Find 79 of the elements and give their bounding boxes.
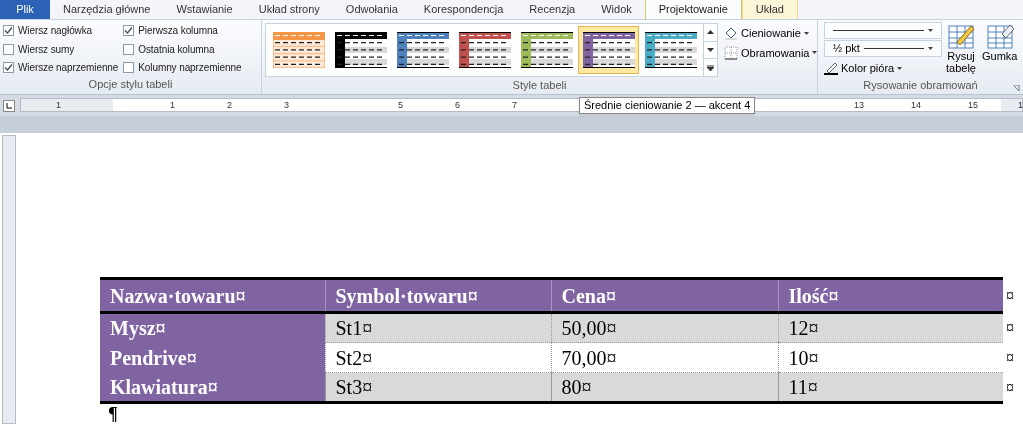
borders-icon bbox=[724, 45, 738, 60]
ruler-number: 1 bbox=[56, 99, 61, 111]
checkbox[interactable] bbox=[3, 43, 14, 55]
end-of-row-mark: ¤ bbox=[1003, 278, 1014, 313]
tooltip: Średnie cieniowanie 2 — akcent 4 bbox=[579, 97, 756, 114]
down-arrow-icon bbox=[707, 48, 714, 52]
pen-icon bbox=[824, 61, 838, 76]
checkbox-option[interactable]: Wiersz sumy bbox=[3, 41, 119, 57]
ruler-number: 2 bbox=[227, 99, 232, 111]
tab[interactable]: Korespondencja bbox=[410, 0, 517, 19]
tab[interactable]: Układ strony bbox=[245, 0, 333, 19]
tab[interactable]: Recenzja bbox=[516, 0, 589, 19]
caret-icon bbox=[812, 51, 818, 55]
up-arrow-icon bbox=[707, 30, 714, 35]
row-header-cell: Mysz¤ bbox=[100, 312, 325, 343]
table-cell: 10¤ bbox=[778, 342, 1003, 373]
group-label: Rysowanie obramowań bbox=[863, 77, 978, 93]
tab[interactable]: Układ bbox=[741, 0, 798, 19]
checkbox-option[interactable]: Pierwsza kolumna bbox=[123, 23, 242, 39]
shading-button[interactable]: Cieniowanie bbox=[724, 25, 818, 42]
eraser-table-icon bbox=[985, 22, 1014, 50]
row-header-cell: Pendrive¤ bbox=[100, 342, 325, 373]
tab[interactable]: Projektowanie bbox=[644, 0, 742, 19]
ruler-number: 7 bbox=[512, 99, 517, 111]
left-tab-icon bbox=[6, 102, 12, 109]
table-cell: St2¤ bbox=[325, 342, 551, 373]
pencil-table-icon bbox=[947, 22, 975, 50]
checkbox[interactable] bbox=[123, 43, 135, 55]
caret-icon bbox=[928, 29, 933, 32]
table-style-thumbnail[interactable] bbox=[578, 26, 639, 74]
line-style-dropdown[interactable] bbox=[824, 22, 942, 39]
table-cell: St1¤ bbox=[325, 312, 551, 343]
ruler-number: 1 bbox=[1018, 99, 1023, 111]
checkbox-option[interactable]: Wiersze naprzemienne bbox=[3, 60, 119, 76]
ruler-number: 5 bbox=[398, 99, 403, 111]
dialog-launcher-icon[interactable] bbox=[1013, 85, 1020, 92]
table-cell: 11¤ bbox=[778, 372, 1003, 403]
checkbox-option[interactable]: Ostatnia kolumna bbox=[123, 41, 242, 57]
table-cell: St3¤ bbox=[325, 372, 551, 403]
ruler-number: 6 bbox=[455, 99, 460, 111]
table-cell: 12¤ bbox=[778, 312, 1003, 343]
tab[interactable]: Plik bbox=[0, 0, 50, 19]
table-cell: 80¤ bbox=[551, 372, 778, 403]
checkbox[interactable] bbox=[3, 25, 14, 37]
checkbox[interactable] bbox=[123, 25, 135, 37]
checkbox-option[interactable]: Kolumny naprzemienne bbox=[123, 60, 242, 76]
line-sample bbox=[863, 48, 924, 49]
line-weight-dropdown[interactable]: ½ pkt bbox=[824, 40, 942, 57]
group-label: Opcje stylu tabeli bbox=[87, 76, 174, 92]
eraser-button[interactable]: Gumka bbox=[982, 22, 1018, 77]
caret-icon bbox=[928, 47, 933, 50]
tab[interactable]: Narzędzia główne bbox=[50, 0, 164, 19]
borders-button[interactable]: Obramowania bbox=[724, 44, 818, 61]
tab[interactable]: Widok bbox=[588, 0, 645, 19]
end-of-row-mark: ¤ bbox=[1003, 342, 1014, 373]
ruler-number: 15 bbox=[968, 99, 978, 111]
row-header-cell: Klawiatura¤ bbox=[100, 372, 325, 403]
expand-icon bbox=[707, 64, 714, 71]
draw-table-button[interactable]: Rysuj tabelę bbox=[946, 22, 976, 77]
checkbox[interactable] bbox=[3, 62, 14, 74]
caret-icon bbox=[803, 31, 809, 35]
paragraph-mark: ¶ bbox=[108, 404, 118, 424]
end-of-row-mark: ¤ bbox=[1003, 312, 1014, 343]
ruler-number: 1 bbox=[170, 99, 175, 111]
tab-selector-button[interactable] bbox=[3, 99, 15, 112]
table-cell: 50,00¤ bbox=[551, 312, 778, 343]
tab[interactable]: Wstawianie bbox=[163, 0, 246, 19]
line-weight-value: ½ pkt bbox=[833, 41, 860, 57]
ruler-number: 14 bbox=[911, 99, 921, 111]
checkbox-option[interactable]: Wiersz nagłówka bbox=[3, 23, 119, 39]
checkbox[interactable] bbox=[123, 62, 135, 74]
ruler-number: 13 bbox=[854, 99, 864, 111]
ruler-number: 3 bbox=[284, 99, 289, 111]
end-of-row-mark: ¤ bbox=[1003, 372, 1014, 403]
group-label: Style tabeli bbox=[511, 78, 568, 93]
table-cell: 70,00¤ bbox=[551, 342, 778, 373]
caret-icon bbox=[897, 66, 903, 70]
pen-color-button[interactable]: Kolor pióra bbox=[824, 58, 942, 77]
tab[interactable]: Odwołania bbox=[332, 0, 411, 19]
